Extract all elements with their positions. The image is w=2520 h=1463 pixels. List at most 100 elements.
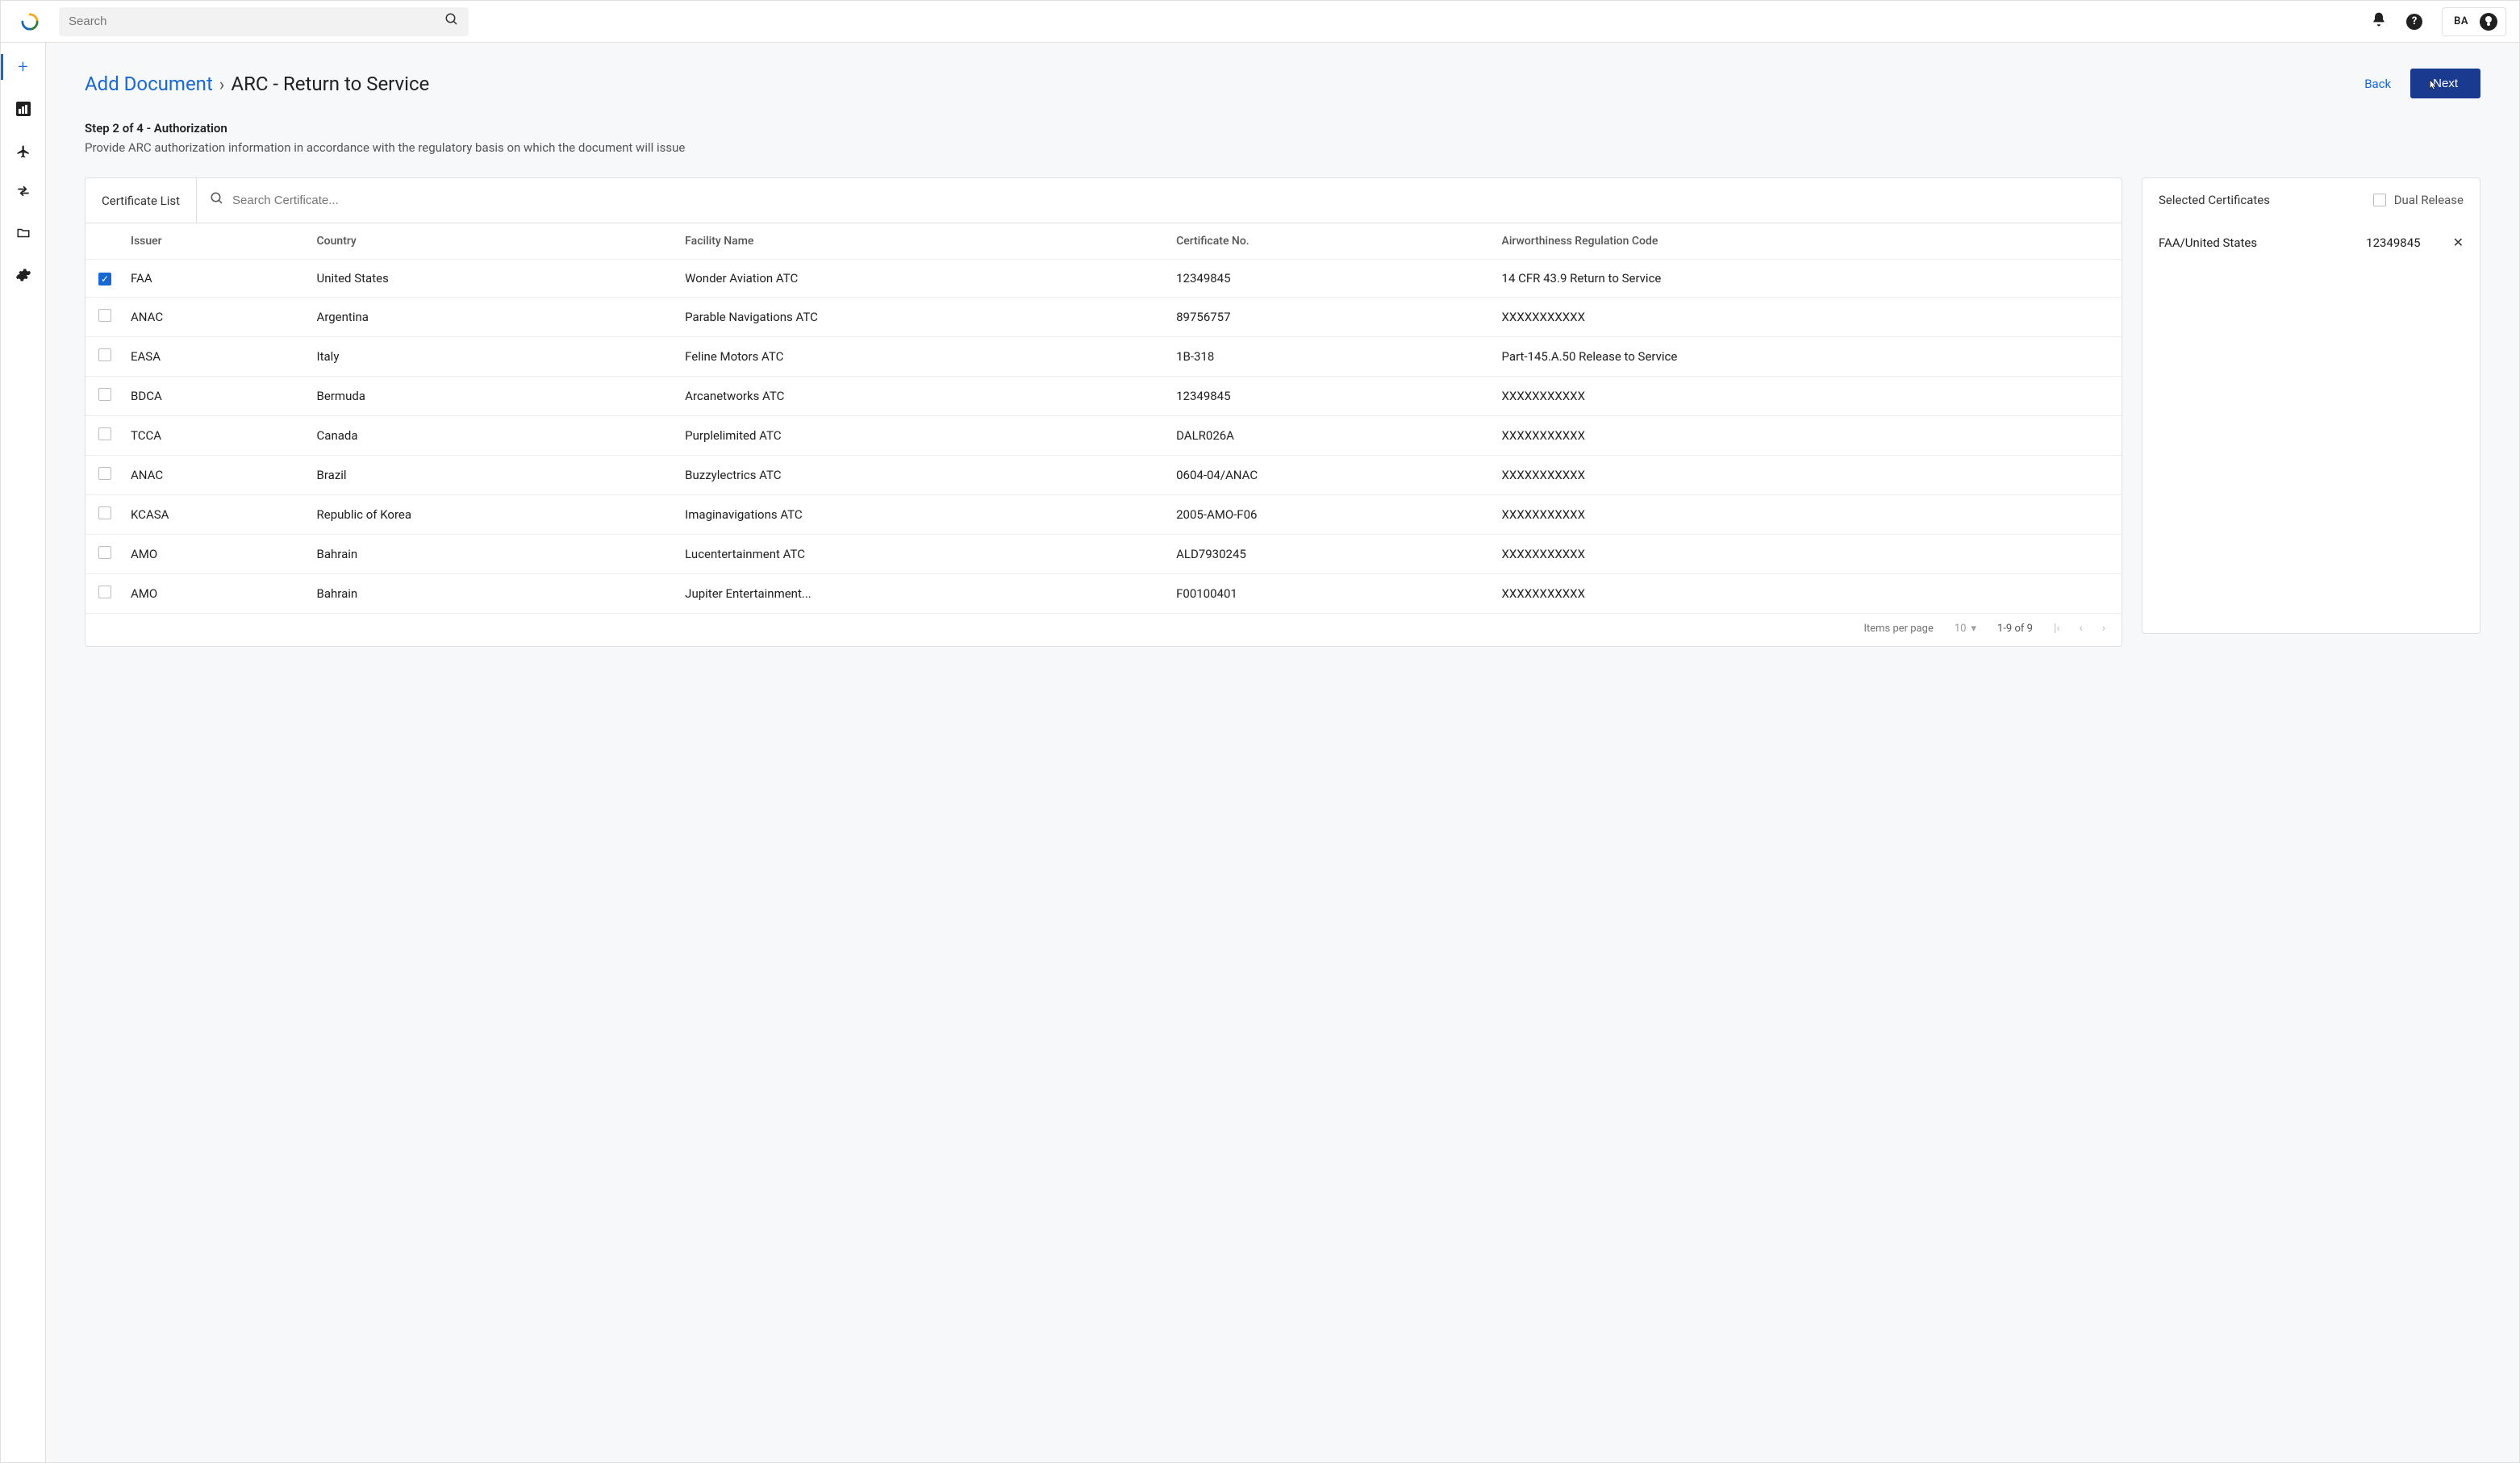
cell-facility: Arcanetworks ATC — [675, 377, 1166, 416]
row-checkbox[interactable] — [98, 586, 111, 598]
page-first-button[interactable]: |‹ — [2054, 622, 2060, 635]
next-button[interactable]: Next — [2410, 69, 2480, 98]
certificate-list-panel: Certificate List Issuer — [85, 177, 2122, 647]
items-per-page-select[interactable]: 10 ▾ — [1955, 623, 1976, 635]
app-logo[interactable] — [14, 13, 46, 31]
topbar: ? BA — [1, 1, 2519, 43]
cell-arc: XXXXXXXXXXX — [1492, 377, 2122, 416]
cell-country: Bahrain — [307, 535, 676, 574]
col-arc[interactable]: Airworthiness Regulation Code — [1492, 223, 2122, 260]
folder-icon — [16, 225, 31, 244]
table-row[interactable]: EASA Italy Feline Motors ATC 1B-318 Part… — [86, 337, 2122, 377]
cell-facility: Feline Motors ATC — [675, 337, 1166, 377]
avatar-icon — [2480, 13, 2497, 31]
global-search-input[interactable] — [69, 15, 444, 28]
cell-issuer: TCCA — [121, 416, 307, 456]
search-icon[interactable] — [444, 12, 459, 31]
cell-certno: DALR026A — [1166, 416, 1492, 456]
selected-certificates-panel: Selected Certificates Dual Release FAA/U… — [2142, 177, 2480, 634]
cell-issuer: AMO — [121, 574, 307, 614]
notifications-icon[interactable] — [2371, 11, 2387, 31]
cell-arc: Part-145.A.50 Release to Service — [1492, 337, 2122, 377]
cell-arc: XXXXXXXXXXX — [1492, 495, 2122, 535]
cell-facility: Parable Navigations ATC — [675, 298, 1166, 337]
row-checkbox[interactable] — [98, 309, 111, 322]
table-row[interactable]: TCCA Canada Purplelimited ATC DALR026A X… — [86, 416, 2122, 456]
col-certno[interactable]: Certificate No. — [1166, 223, 1492, 260]
cell-certno: F00100401 — [1166, 574, 1492, 614]
cell-country: Republic of Korea — [307, 495, 676, 535]
transfer-icon — [15, 183, 31, 203]
cell-certno: 1B-318 — [1166, 337, 1492, 377]
table-row[interactable]: FAA United States Wonder Aviation ATC 12… — [86, 260, 2122, 298]
plus-icon — [18, 57, 27, 77]
help-icon[interactable]: ? — [2406, 14, 2422, 30]
row-checkbox[interactable] — [98, 427, 111, 440]
table-row[interactable]: BDCA Bermuda Arcanetworks ATC 12349845 X… — [86, 377, 2122, 416]
cell-issuer: BDCA — [121, 377, 307, 416]
cell-country: Italy — [307, 337, 676, 377]
certificate-search[interactable] — [197, 178, 2122, 223]
certificate-search-input[interactable] — [232, 194, 2109, 207]
page-next-button[interactable]: › — [2102, 622, 2105, 635]
breadcrumb-link[interactable]: Add Document — [85, 73, 213, 95]
cell-issuer: KCASA — [121, 495, 307, 535]
cell-issuer: EASA — [121, 337, 307, 377]
cell-arc: XXXXXXXXXXX — [1492, 574, 2122, 614]
cell-certno: 89756757 — [1166, 298, 1492, 337]
dual-release-label: Dual Release — [2394, 193, 2464, 207]
cell-certno: 0604-04/ANAC — [1166, 456, 1492, 495]
cell-arc: XXXXXXXXXXX — [1492, 416, 2122, 456]
sidebar-item-transfer[interactable] — [1, 172, 46, 214]
cell-facility: Lucentertainment ATC — [675, 535, 1166, 574]
cell-issuer: ANAC — [121, 456, 307, 495]
row-checkbox[interactable] — [98, 506, 111, 519]
breadcrumb: Add Document › ARC - Return to Service — [85, 73, 429, 95]
remove-selected-button[interactable]: ✕ — [2453, 235, 2464, 250]
row-checkbox[interactable] — [98, 388, 111, 401]
sidebar-item-fleet[interactable] — [1, 130, 46, 172]
global-search[interactable] — [59, 7, 469, 36]
page-prev-button[interactable]: ‹ — [2080, 622, 2083, 635]
dual-release-toggle[interactable]: Dual Release — [2373, 193, 2464, 207]
col-facility[interactable]: Facility Name — [675, 223, 1166, 260]
cell-arc: XXXXXXXXXXX — [1492, 456, 2122, 495]
col-country[interactable]: Country — [307, 223, 676, 260]
user-menu[interactable]: BA — [2442, 7, 2506, 36]
table-row[interactable]: KCASA Republic of Korea Imaginavigations… — [86, 495, 2122, 535]
breadcrumb-current: ARC - Return to Service — [231, 73, 429, 95]
cell-issuer: ANAC — [121, 298, 307, 337]
table-row[interactable]: AMO Bahrain Lucentertainment ATC ALD7930… — [86, 535, 2122, 574]
topbar-actions: ? BA — [2371, 7, 2506, 36]
table-row[interactable]: ANAC Argentina Parable Navigations ATC 8… — [86, 298, 2122, 337]
table-row[interactable]: AMO Bahrain Jupiter Entertainment... F00… — [86, 574, 2122, 614]
col-issuer[interactable]: Issuer — [121, 223, 307, 260]
cell-country: Brazil — [307, 456, 676, 495]
cell-certno: 12349845 — [1166, 260, 1492, 298]
row-checkbox[interactable] — [98, 348, 111, 361]
pagination-range: 1-9 of 9 — [1997, 623, 2033, 635]
dual-release-checkbox[interactable] — [2373, 194, 2386, 206]
table-row[interactable]: ANAC Brazil Buzzylectrics ATC 0604-04/AN… — [86, 456, 2122, 495]
sidebar-item-settings[interactable] — [1, 256, 46, 298]
back-button[interactable]: Back — [2364, 77, 2391, 91]
items-per-page-label: Items per page — [1863, 623, 1933, 635]
selected-issuer: FAA/United States — [2159, 235, 2366, 250]
sidebar-item-dashboard[interactable] — [1, 88, 46, 130]
cell-country: Bermuda — [307, 377, 676, 416]
step-title: Step 2 of 4 - Authorization — [85, 121, 2480, 135]
row-checkbox[interactable] — [98, 467, 111, 480]
certificate-list-title: Certificate List — [86, 178, 197, 223]
sidebar-item-folder[interactable] — [1, 214, 46, 256]
cell-arc: XXXXXXXXXXX — [1492, 535, 2122, 574]
step-subtitle: Provide ARC authorization information in… — [85, 140, 2480, 155]
cell-country: Argentina — [307, 298, 676, 337]
cell-facility: Buzzylectrics ATC — [675, 456, 1166, 495]
cell-certno: 2005-AMO-F06 — [1166, 495, 1492, 535]
row-checkbox[interactable] — [98, 273, 111, 286]
row-checkbox[interactable] — [98, 546, 111, 559]
plane-icon — [16, 144, 31, 158]
certificate-table: Issuer Country Facility Name Certificate… — [86, 223, 2122, 614]
sidebar-item-add[interactable] — [1, 46, 46, 88]
user-initials: BA — [2454, 15, 2468, 27]
